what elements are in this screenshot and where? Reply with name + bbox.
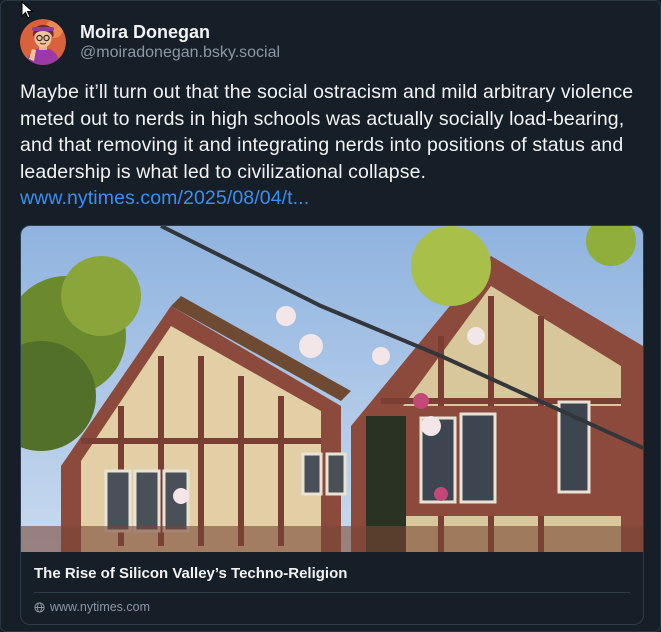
post-container: Moira Donegan @moiradonegan.bsky.social … <box>0 0 661 632</box>
mouse-cursor-icon <box>21 1 34 19</box>
link-card-domain: www.nytimes.com <box>50 600 151 614</box>
link-card-title[interactable]: The Rise of Silicon Valley’s Techno-Reli… <box>34 565 347 582</box>
user-avatar-icon <box>20 19 66 65</box>
link-card-divider <box>34 592 630 593</box>
link-card-image <box>21 226 643 552</box>
link-card-source: www.nytimes.com <box>34 600 150 614</box>
author-names: Moira Donegan @moiradonegan.bsky.social <box>80 21 280 64</box>
post-header: Moira Donegan @moiradonegan.bsky.social <box>20 19 280 65</box>
avatar[interactable] <box>20 19 66 65</box>
globe-icon <box>34 601 45 613</box>
post-text: Maybe it’ll turn out that the social ost… <box>20 81 634 183</box>
post-link[interactable]: www.nytimes.com/2025/08/04/t... <box>20 187 309 209</box>
post-body: Maybe it’ll turn out that the social ost… <box>20 79 645 212</box>
author-handle[interactable]: @moiradonegan.bsky.social <box>80 43 280 63</box>
author-display-name[interactable]: Moira Donegan <box>80 21 280 44</box>
link-card[interactable]: The Rise of Silicon Valley’s Techno-Reli… <box>20 225 644 625</box>
